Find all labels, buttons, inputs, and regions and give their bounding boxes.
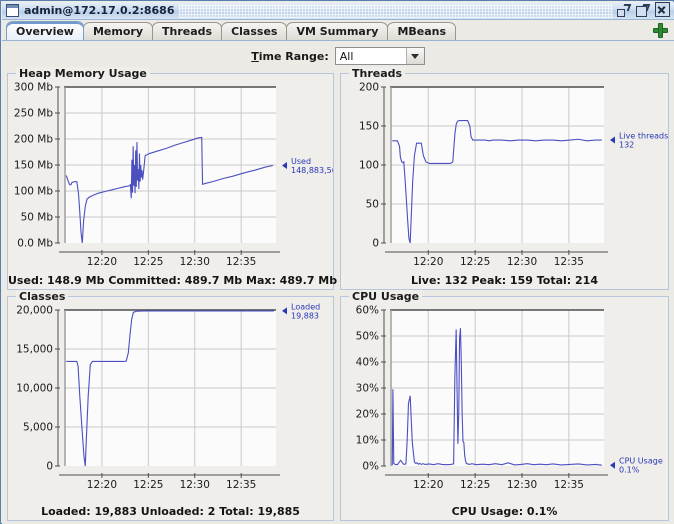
tab-memory-label: Memory: [93, 25, 143, 38]
tab-bar: Overview Memory Threads Classes VM Summa…: [2, 20, 674, 40]
time-range-value: All: [336, 50, 406, 63]
svg-text:Used: Used: [291, 157, 311, 166]
svg-text:Loaded: Loaded: [291, 302, 320, 311]
window-controls: [617, 4, 668, 17]
svg-text:50: 50: [366, 199, 379, 211]
cpu-usage-panel: CPU Usage 0% 10% 20% 30% 40% 50% 60% 12:20 12:25…: [340, 296, 669, 521]
cpu-usage-plot[interactable]: 0% 10% 20% 30% 40% 50% 60% 12:20 12:25 12:30 12:35…: [341, 297, 668, 520]
svg-text:0: 0: [372, 238, 379, 250]
tab-classes-label: Classes: [231, 25, 277, 38]
window-icon: [6, 4, 19, 17]
classes-footer: Loaded: 19,883 Unloaded: 2 Total: 19,885: [8, 505, 333, 518]
svg-text:12:20: 12:20: [87, 479, 117, 491]
svg-text:300 Mb: 300 Mb: [14, 82, 53, 94]
tab-mbeans[interactable]: MBeans: [387, 22, 456, 40]
heap-memory-usage-panel: Heap Memory Usage 0.0 Mb50 Mb100 Mb150 M…: [7, 73, 334, 290]
svg-text:150: 150: [359, 121, 379, 133]
heap-memory-usage-plot[interactable]: 0.0 Mb 50 Mb 100 Mb 150 Mb 200 Mb 250 Mb 300 M…: [8, 74, 333, 289]
svg-text:30%: 30%: [356, 383, 379, 395]
svg-text:12:30: 12:30: [507, 256, 537, 268]
svg-text:20,000: 20,000: [16, 305, 53, 317]
time-range-row: Time Range: All: [2, 45, 674, 67]
svg-text:0.0 Mb: 0.0 Mb: [17, 238, 53, 250]
minimize-button[interactable]: [617, 4, 630, 17]
svg-text:12:25: 12:25: [133, 256, 163, 268]
svg-text:50 Mb: 50 Mb: [21, 212, 54, 224]
tab-classes[interactable]: Classes: [221, 22, 287, 40]
svg-text:12:25: 12:25: [133, 479, 163, 491]
tab-vm-summary-label: VM Summary: [296, 25, 378, 38]
svg-text:Live threads: Live threads: [619, 132, 668, 141]
svg-text:10,000: 10,000: [16, 383, 53, 395]
classes-panel: Classes 05,00010,00015,00020,00012:2012:…: [7, 296, 334, 521]
svg-text:100: 100: [359, 160, 379, 172]
close-button[interactable]: [655, 4, 668, 17]
tab-overview-label: Overview: [16, 25, 74, 38]
svg-text:12:20: 12:20: [87, 256, 117, 268]
svg-text:12:20: 12:20: [413, 256, 443, 268]
tab-threads-label: Threads: [162, 25, 212, 38]
tab-memory[interactable]: Memory: [83, 22, 153, 40]
svg-text:12:35: 12:35: [554, 256, 584, 268]
svg-text:60%: 60%: [356, 305, 379, 317]
time-range-mnemonic: T: [251, 50, 259, 63]
svg-text:12:30: 12:30: [180, 256, 210, 268]
cpu-usage-footer: CPU Usage: 0.1%: [341, 505, 668, 518]
tab-overview[interactable]: Overview: [6, 21, 84, 40]
svg-text:148,883,560: 148,883,560: [291, 166, 333, 175]
window-title: admin@172.17.0.2:8686: [24, 4, 175, 17]
svg-text:12:35: 12:35: [226, 256, 256, 268]
svg-text:12:25: 12:25: [460, 256, 490, 268]
overview-panel: Time Range: All Heap Memory Usage 0.0 Mb…: [2, 40, 674, 524]
time-range-dropdown-button[interactable]: [406, 48, 424, 64]
time-range-combobox[interactable]: All: [335, 47, 425, 65]
tab-list: Overview Memory Threads Classes VM Summa…: [2, 21, 455, 40]
chevron-down-icon: [411, 54, 419, 59]
svg-text:0%: 0%: [362, 461, 379, 473]
tab-vm-summary[interactable]: VM Summary: [286, 22, 388, 40]
maximize-button[interactable]: [636, 4, 649, 17]
svg-text:12:35: 12:35: [226, 479, 256, 491]
svg-text:12:35: 12:35: [554, 479, 584, 491]
svg-text:0.1%: 0.1%: [619, 466, 640, 475]
svg-text:12:20: 12:20: [413, 479, 443, 491]
svg-text:250 Mb: 250 Mb: [14, 108, 53, 120]
svg-text:20%: 20%: [356, 409, 379, 421]
svg-text:200 Mb: 200 Mb: [14, 134, 53, 146]
time-range-label-rest: ime Range:: [259, 50, 329, 63]
svg-text:0: 0: [46, 461, 53, 473]
svg-text:12:25: 12:25: [460, 479, 490, 491]
svg-text:50%: 50%: [356, 331, 379, 343]
svg-text:100 Mb: 100 Mb: [14, 186, 53, 198]
connected-plus-icon[interactable]: [653, 23, 668, 38]
titlebar-texture: [179, 4, 614, 18]
svg-text:150 Mb: 150 Mb: [14, 160, 53, 172]
heap-memory-usage-footer: Used: 148.9 Mb Committed: 489.7 Mb Max: …: [8, 274, 333, 287]
tab-mbeans-label: MBeans: [397, 25, 446, 38]
svg-text:15,000: 15,000: [16, 344, 53, 356]
svg-text:12:30: 12:30: [180, 479, 210, 491]
window-titlebar: admin@172.17.0.2:8686: [2, 2, 674, 20]
svg-text:40%: 40%: [356, 357, 379, 369]
tab-threads[interactable]: Threads: [152, 22, 222, 40]
threads-plot[interactable]: 0 50 100 150 200 12:20 12:25 12:30 12:35 Live thr…: [341, 74, 668, 289]
svg-text:CPU Usage: CPU Usage: [619, 457, 663, 466]
time-range-label: Time Range:: [251, 50, 329, 63]
svg-text:19,883: 19,883: [291, 311, 319, 320]
svg-text:200: 200: [359, 82, 379, 94]
svg-text:10%: 10%: [356, 435, 379, 447]
jconsole-window: admin@172.17.0.2:8686 Overview Memory Th…: [0, 0, 674, 524]
svg-text:12:30: 12:30: [507, 479, 537, 491]
classes-plot[interactable]: 0 5,000 10,000 15,000 20,000 12:20 12:25 12:30 1…: [8, 297, 333, 520]
threads-panel: Threads 05010015020012:2012:2512:3012:35…: [340, 73, 669, 290]
svg-text:132: 132: [619, 141, 634, 150]
threads-footer: Live: 132 Peak: 159 Total: 214: [341, 274, 668, 287]
svg-text:5,000: 5,000: [23, 422, 53, 434]
